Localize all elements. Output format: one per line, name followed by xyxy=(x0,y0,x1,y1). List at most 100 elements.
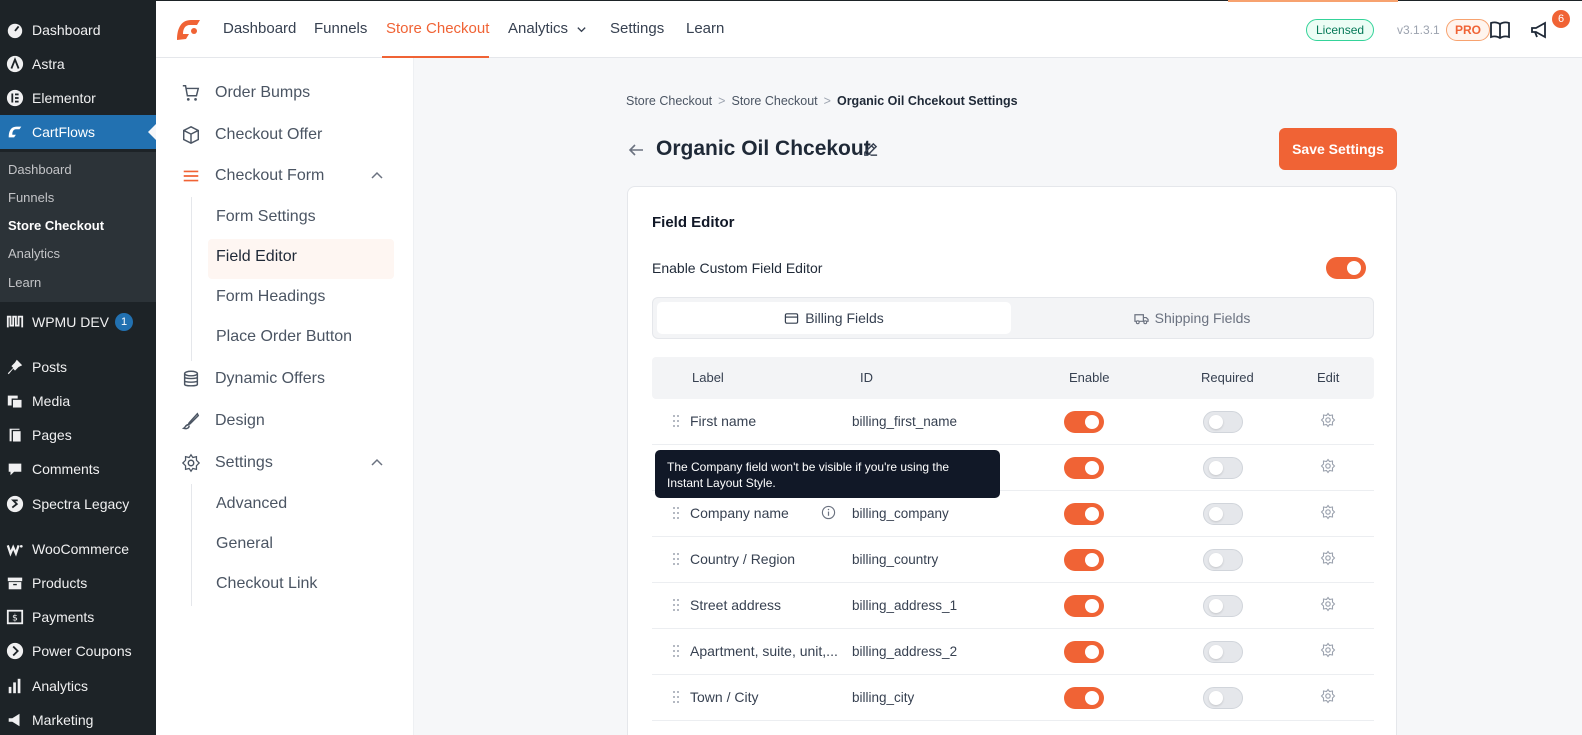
info-icon[interactable] xyxy=(821,505,836,520)
required-field-toggle[interactable] xyxy=(1203,641,1243,663)
pin-icon xyxy=(4,356,26,378)
edit-title-icon[interactable] xyxy=(862,141,879,158)
drag-handle-icon[interactable] xyxy=(672,506,680,520)
drag-handle-icon[interactable] xyxy=(672,644,680,658)
wp-menu-analytics[interactable]: Analytics xyxy=(0,669,156,703)
toggle-knob xyxy=(1085,645,1099,659)
nav-form-settings[interactable]: Form Settings xyxy=(216,208,316,226)
nav-checkout-form-label: Checkout Form xyxy=(215,167,325,184)
enable-field-toggle[interactable] xyxy=(1064,411,1104,433)
back-arrow-icon[interactable] xyxy=(626,140,646,160)
nav-settings[interactable]: Settings xyxy=(156,444,414,482)
database-icon xyxy=(180,368,202,390)
required-field-toggle[interactable] xyxy=(1203,503,1243,525)
wp-menu-woocommerce[interactable]: WooCommerce xyxy=(0,532,156,566)
edit-field-gear-icon[interactable] xyxy=(1320,412,1336,428)
enable-field-toggle[interactable] xyxy=(1064,549,1104,571)
wp-menu-marketing[interactable]: Marketing xyxy=(0,703,156,735)
enable-field-toggle[interactable] xyxy=(1064,641,1104,663)
column-header-label: Label xyxy=(692,370,724,385)
wp-menu-products[interactable]: Products xyxy=(0,566,156,600)
brush-icon xyxy=(180,410,202,432)
wp-menu-cartflows[interactable]: CartFlows xyxy=(0,115,156,149)
drag-handle-icon[interactable] xyxy=(672,598,680,612)
wp-menu-label: Comments xyxy=(32,461,100,477)
nav-settings[interactable]: Settings xyxy=(610,20,664,37)
drag-handle-icon[interactable] xyxy=(672,690,680,704)
enable-field-toggle[interactable] xyxy=(1064,457,1104,479)
breadcrumb-separator: > xyxy=(718,94,726,108)
toggle-knob xyxy=(1209,691,1223,705)
wp-menu-comments[interactable]: Comments xyxy=(0,452,156,486)
table-header: Label ID Enable Required Edit xyxy=(652,357,1374,399)
chevron-up-icon[interactable] xyxy=(370,456,384,470)
edit-field-gear-icon[interactable] xyxy=(1320,550,1336,566)
tab-billing-fields[interactable]: Billing Fields xyxy=(657,302,1011,334)
nav-dashboard[interactable]: Dashboard xyxy=(223,20,296,37)
wp-menu-elementor[interactable]: Elementor xyxy=(0,81,156,115)
notification-count-badge: 6 xyxy=(1552,10,1570,28)
nav-checkout-offer[interactable]: Checkout Offer xyxy=(156,116,414,154)
enable-custom-field-editor-toggle[interactable] xyxy=(1326,257,1366,279)
breadcrumb-current: Organic Oil Chcekout Settings xyxy=(836,94,1018,108)
nav-place-order-button[interactable]: Place Order Button xyxy=(216,328,352,346)
toggle-knob xyxy=(1085,691,1099,705)
breadcrumb-link[interactable]: Store Checkout xyxy=(731,94,817,108)
nav-analytics[interactable]: Analytics xyxy=(508,20,587,37)
edit-field-gear-icon[interactable] xyxy=(1320,458,1336,474)
enable-field-toggle[interactable] xyxy=(1064,503,1104,525)
tab-shipping-fields[interactable]: Shipping Fields xyxy=(1015,302,1369,334)
required-field-toggle[interactable] xyxy=(1203,549,1243,571)
nav-order-bumps[interactable]: Order Bumps xyxy=(156,74,414,112)
chevron-down-icon xyxy=(577,26,586,32)
nav-store-checkout[interactable]: Store Checkout xyxy=(386,20,489,37)
edit-field-gear-icon[interactable] xyxy=(1320,596,1336,612)
chevron-up-icon[interactable] xyxy=(370,169,384,183)
nav-form-headings[interactable]: Form Headings xyxy=(216,288,325,306)
submenu-analytics[interactable]: Analytics xyxy=(8,246,60,261)
nav-field-editor[interactable]: Field Editor xyxy=(216,248,297,266)
enable-field-toggle[interactable] xyxy=(1064,687,1104,709)
nav-advanced[interactable]: Advanced xyxy=(216,495,287,513)
save-settings-button[interactable]: Save Settings xyxy=(1279,128,1397,170)
breadcrumb-link[interactable]: Store Checkout xyxy=(626,94,712,108)
nav-checkout-form[interactable]: Checkout Form xyxy=(156,157,414,195)
required-field-toggle[interactable] xyxy=(1203,687,1243,709)
enable-field-toggle[interactable] xyxy=(1064,595,1104,617)
wp-menu-media[interactable]: Media xyxy=(0,384,156,418)
field-id: billing_first_name xyxy=(852,414,958,429)
nav-general[interactable]: General xyxy=(216,535,273,553)
wp-menu-dashboard[interactable]: Dashboard xyxy=(0,13,156,47)
wp-menu-payments[interactable]: $ Payments xyxy=(0,600,156,634)
required-field-toggle[interactable] xyxy=(1203,457,1243,479)
toggle-knob xyxy=(1209,507,1223,521)
wp-menu-pages[interactable]: Pages xyxy=(0,418,156,452)
wp-menu-astra[interactable]: Astra xyxy=(0,47,156,81)
nav-checkout-link[interactable]: Checkout Link xyxy=(216,575,317,593)
wp-menu-posts[interactable]: Posts xyxy=(0,350,156,384)
wp-menu-power-coupons[interactable]: Power Coupons xyxy=(0,634,156,668)
edit-field-gear-icon[interactable] xyxy=(1320,642,1336,658)
megaphone-icon[interactable] xyxy=(1529,19,1551,41)
tab-billing-label: Billing Fields xyxy=(805,310,884,326)
edit-field-gear-icon[interactable] xyxy=(1320,504,1336,520)
nav-funnels[interactable]: Funnels xyxy=(314,20,367,37)
book-icon[interactable] xyxy=(1489,19,1511,41)
nav-design[interactable]: Design xyxy=(156,402,414,440)
submenu-store-checkout[interactable]: Store Checkout xyxy=(8,218,104,233)
drag-handle-icon[interactable] xyxy=(672,552,680,566)
required-field-toggle[interactable] xyxy=(1203,595,1243,617)
edit-field-gear-icon[interactable] xyxy=(1320,688,1336,704)
field-label: Company name xyxy=(690,505,789,521)
submenu-learn[interactable]: Learn xyxy=(8,275,41,290)
wp-menu-wpmu-dev[interactable]: WPMU DEV 1 xyxy=(0,305,156,339)
wp-menu-spectra[interactable]: Spectra Legacy xyxy=(0,487,156,521)
submenu-funnels[interactable]: Funnels xyxy=(8,190,54,205)
drag-handle-icon[interactable] xyxy=(672,414,680,428)
nav-learn[interactable]: Learn xyxy=(686,20,724,37)
required-field-toggle[interactable] xyxy=(1203,411,1243,433)
cartflows-logo-icon[interactable] xyxy=(174,15,202,43)
submenu-dashboard[interactable]: Dashboard xyxy=(8,162,72,177)
nav-dynamic-offers[interactable]: Dynamic Offers xyxy=(156,360,414,398)
toggle-knob xyxy=(1085,599,1099,613)
